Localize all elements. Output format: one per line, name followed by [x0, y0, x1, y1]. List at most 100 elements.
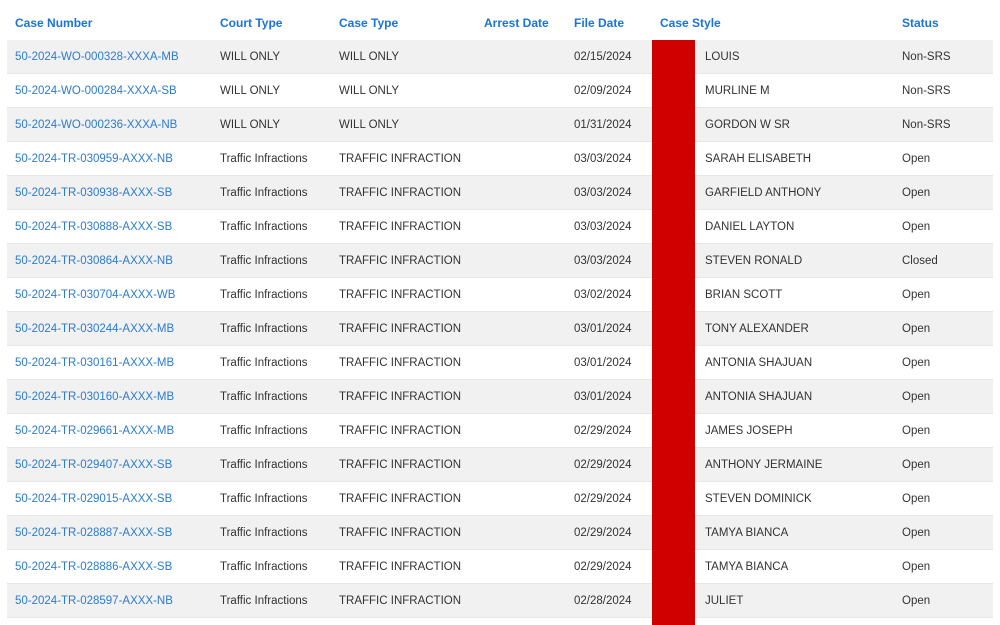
- file-date-cell: 01/31/2024: [566, 107, 652, 142]
- table-row[interactable]: 50-2024-TR-028597-AXXX-NB Traffic Infrac…: [7, 583, 993, 618]
- status-cell: Open: [894, 175, 993, 210]
- file-date-cell: 03/03/2024: [566, 175, 652, 210]
- arrest-date-cell: [476, 515, 566, 550]
- table-row[interactable]: 50-2024-TR-030864-AXXX-NB Traffic Infrac…: [7, 243, 993, 278]
- court-type-cell: Traffic Infractions: [212, 141, 331, 176]
- column-header-status[interactable]: Status: [894, 6, 993, 40]
- case-number-link[interactable]: 50-2024-TR-029661-AXXX-MB: [15, 425, 174, 437]
- case-number-cell: 50-2024-WO-000284-XXXA-SB: [7, 73, 212, 108]
- arrest-date-cell: [476, 549, 566, 584]
- column-header-case-type[interactable]: Case Type: [331, 6, 476, 40]
- case-type-cell: TRAFFIC INFRACTION: [331, 209, 476, 244]
- case-type-cell: TRAFFIC INFRACTION: [331, 311, 476, 346]
- case-number-link[interactable]: 50-2024-TR-030938-AXXX-SB: [15, 187, 172, 199]
- file-date-cell: 03/03/2024: [566, 141, 652, 176]
- arrest-date-cell: [476, 175, 566, 210]
- case-number-link[interactable]: 50-2024-TR-029015-AXXX-SB: [15, 493, 172, 505]
- table-row[interactable]: 50-2024-TR-030161-AXXX-MB Traffic Infrac…: [7, 345, 993, 380]
- table-body: 50-2024-WO-000328-XXXA-MB WILL ONLY WILL…: [7, 40, 993, 618]
- status-cell: Open: [894, 345, 993, 380]
- case-type-cell: WILL ONLY: [331, 107, 476, 142]
- court-type-cell: Traffic Infractions: [212, 345, 331, 380]
- court-type-cell: Traffic Infractions: [212, 583, 331, 618]
- status-cell: Open: [894, 583, 993, 618]
- case-number-link[interactable]: 50-2024-TR-030160-AXXX-MB: [15, 391, 174, 403]
- table-header-row: Case Number Court Type Case Type Arrest …: [7, 6, 993, 40]
- case-number-link[interactable]: 50-2024-TR-028597-AXXX-NB: [15, 595, 173, 607]
- case-search-results: Case Number Court Type Case Type Arrest …: [0, 0, 1000, 625]
- case-type-cell: TRAFFIC INFRACTION: [331, 549, 476, 584]
- court-type-cell: Traffic Infractions: [212, 311, 331, 346]
- status-cell: Closed: [894, 243, 993, 278]
- status-cell: Open: [894, 413, 993, 448]
- case-number-link[interactable]: 50-2024-TR-029407-AXXX-SB: [15, 459, 172, 471]
- status-cell: Open: [894, 311, 993, 346]
- file-date-cell: 03/03/2024: [566, 243, 652, 278]
- table-row[interactable]: 50-2024-TR-030938-AXXX-SB Traffic Infrac…: [7, 175, 993, 210]
- table-row[interactable]: 50-2024-TR-028886-AXXX-SB Traffic Infrac…: [7, 549, 993, 584]
- arrest-date-cell: [476, 311, 566, 346]
- table-row[interactable]: 50-2024-TR-028887-AXXX-SB Traffic Infrac…: [7, 515, 993, 550]
- file-date-cell: 02/29/2024: [566, 413, 652, 448]
- case-number-link[interactable]: 50-2024-WO-000236-XXXA-NB: [15, 119, 177, 131]
- case-number-link[interactable]: 50-2024-TR-030888-AXXX-SB: [15, 221, 172, 233]
- table-row[interactable]: 50-2024-TR-030888-AXXX-SB Traffic Infrac…: [7, 209, 993, 244]
- file-date-cell: 02/29/2024: [566, 447, 652, 482]
- table-row[interactable]: 50-2024-TR-029661-AXXX-MB Traffic Infrac…: [7, 413, 993, 448]
- case-number-link[interactable]: 50-2024-TR-030704-AXXX-WB: [15, 289, 175, 301]
- status-cell: Open: [894, 515, 993, 550]
- case-number-link[interactable]: 50-2024-WO-000284-XXXA-SB: [15, 85, 177, 97]
- table-row[interactable]: 50-2024-TR-030160-AXXX-MB Traffic Infrac…: [7, 379, 993, 414]
- table-row[interactable]: 50-2024-TR-030959-AXXX-NB Traffic Infrac…: [7, 141, 993, 176]
- arrest-date-cell: [476, 107, 566, 142]
- case-number-link[interactable]: 50-2024-TR-028887-AXXX-SB: [15, 527, 172, 539]
- column-header-file-date[interactable]: File Date: [566, 6, 652, 40]
- table-row[interactable]: 50-2024-WO-000236-XXXA-NB WILL ONLY WILL…: [7, 107, 993, 142]
- arrest-date-cell: [476, 481, 566, 516]
- court-type-cell: WILL ONLY: [212, 107, 331, 142]
- case-number-cell: 50-2024-TR-029661-AXXX-MB: [7, 413, 212, 448]
- table-row[interactable]: 50-2024-TR-030704-AXXX-WB Traffic Infrac…: [7, 277, 993, 312]
- arrest-date-cell: [476, 40, 566, 74]
- table-row[interactable]: 50-2024-TR-029015-AXXX-SB Traffic Infrac…: [7, 481, 993, 516]
- case-number-cell: 50-2024-TR-030244-AXXX-MB: [7, 311, 212, 346]
- column-header-court-type[interactable]: Court Type: [212, 6, 331, 40]
- arrest-date-cell: [476, 141, 566, 176]
- case-number-cell: 50-2024-TR-028886-AXXX-SB: [7, 549, 212, 584]
- table-row[interactable]: 50-2024-WO-000328-XXXA-MB WILL ONLY WILL…: [7, 40, 993, 74]
- file-date-cell: 03/03/2024: [566, 209, 652, 244]
- case-type-cell: TRAFFIC INFRACTION: [331, 515, 476, 550]
- case-number-link[interactable]: 50-2024-TR-030244-AXXX-MB: [15, 323, 174, 335]
- status-cell: Non-SRS: [894, 40, 993, 74]
- case-number-link[interactable]: 50-2024-TR-028886-AXXX-SB: [15, 561, 172, 573]
- case-number-cell: 50-2024-TR-029407-AXXX-SB: [7, 447, 212, 482]
- case-number-cell: 50-2024-TR-030938-AXXX-SB: [7, 175, 212, 210]
- case-number-link[interactable]: 50-2024-TR-030959-AXXX-NB: [15, 153, 173, 165]
- status-cell: Open: [894, 141, 993, 176]
- status-cell: Open: [894, 379, 993, 414]
- court-type-cell: Traffic Infractions: [212, 209, 331, 244]
- case-type-cell: TRAFFIC INFRACTION: [331, 481, 476, 516]
- court-type-cell: Traffic Infractions: [212, 481, 331, 516]
- case-type-cell: TRAFFIC INFRACTION: [331, 583, 476, 618]
- arrest-date-cell: [476, 583, 566, 618]
- file-date-cell: 03/01/2024: [566, 345, 652, 380]
- case-number-link[interactable]: 50-2024-WO-000328-XXXA-MB: [15, 51, 179, 63]
- column-header-arrest-date[interactable]: Arrest Date: [476, 6, 566, 40]
- table-row[interactable]: 50-2024-TR-029407-AXXX-SB Traffic Infrac…: [7, 447, 993, 482]
- case-number-cell: 50-2024-TR-029015-AXXX-SB: [7, 481, 212, 516]
- column-header-case-number[interactable]: Case Number: [7, 6, 212, 40]
- table-row[interactable]: 50-2024-WO-000284-XXXA-SB WILL ONLY WILL…: [7, 73, 993, 108]
- arrest-date-cell: [476, 379, 566, 414]
- case-type-cell: TRAFFIC INFRACTION: [331, 243, 476, 278]
- case-number-cell: 50-2024-TR-030160-AXXX-MB: [7, 379, 212, 414]
- case-number-link[interactable]: 50-2024-TR-030161-AXXX-MB: [15, 357, 174, 369]
- status-cell: Non-SRS: [894, 107, 993, 142]
- case-number-link[interactable]: 50-2024-TR-030864-AXXX-NB: [15, 255, 173, 267]
- case-number-cell: 50-2024-TR-030161-AXXX-MB: [7, 345, 212, 380]
- arrest-date-cell: [476, 345, 566, 380]
- file-date-cell: 02/29/2024: [566, 481, 652, 516]
- table-row[interactable]: 50-2024-TR-030244-AXXX-MB Traffic Infrac…: [7, 311, 993, 346]
- column-header-case-style[interactable]: Case Style: [652, 6, 894, 40]
- case-number-cell: 50-2024-WO-000236-XXXA-NB: [7, 107, 212, 142]
